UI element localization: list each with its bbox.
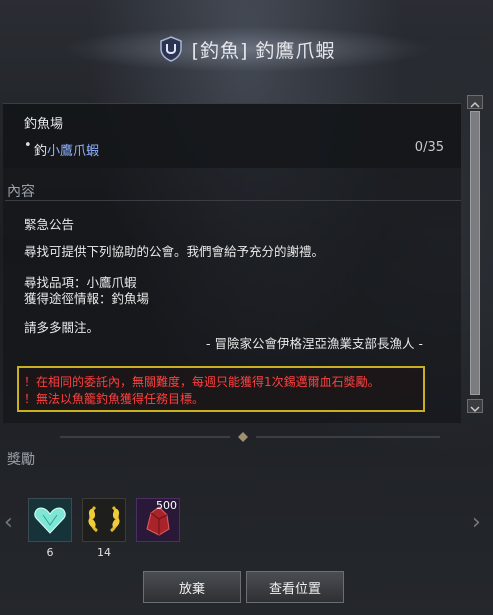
- arrow-down-icon: [470, 406, 480, 413]
- reward-badge: 500: [156, 499, 177, 512]
- laurel-wreath-icon: [88, 505, 120, 533]
- section-divider-ornament: [60, 432, 440, 442]
- objective-target: 小鷹爪蝦: [47, 144, 100, 159]
- route-text: 獲得途徑情報：釣魚場: [24, 291, 150, 306]
- warning-line: ！無法以魚籠釣魚獲得任務目標。: [24, 392, 205, 406]
- content-scrollbar[interactable]: [467, 95, 483, 415]
- signature-text: - 冒險家公會伊格涅亞漁業支部長漁人 -: [206, 336, 423, 351]
- diamond-heart-icon: [29, 499, 71, 541]
- abandon-button[interactable]: 放棄: [143, 571, 241, 603]
- reward-prev-arrow-icon[interactable]: ‹: [4, 510, 13, 535]
- rewards-heading: 獎勵: [7, 452, 35, 468]
- content-divider: [5, 200, 461, 201]
- objective-prefix: 釣: [34, 144, 48, 159]
- reward-slot[interactable]: 500: [136, 498, 180, 542]
- arrow-up-icon: [470, 101, 480, 108]
- reward-count: 14: [97, 546, 111, 559]
- bullet-icon: •: [24, 138, 32, 153]
- reward-slot[interactable]: [82, 498, 126, 542]
- content-heading: 內容: [7, 184, 35, 200]
- objective-location: 釣魚場: [24, 117, 64, 132]
- reward-next-arrow-icon[interactable]: ›: [472, 510, 481, 535]
- scroll-up-button[interactable]: [467, 95, 483, 109]
- objective-progress: 0/35: [414, 140, 444, 155]
- quest-shield-icon: [159, 36, 182, 62]
- warning-line: ！在相同的委託內，無關難度，每週只能獲得1次錫邁爾血石獎勵。: [24, 375, 380, 389]
- scroll-thumb[interactable]: [470, 111, 480, 395]
- warning-box: ！在相同的委託內，無關難度，每週只能獲得1次錫邁爾血石獎勵。 ！無法以魚籠釣魚獲…: [17, 366, 425, 412]
- quest-header: [釣魚] 釣鷹爪蝦: [0, 20, 493, 78]
- request-text: 尋找可提供下列協助的公會。我們會給予充分的謝禮。: [24, 244, 325, 259]
- reward-slot[interactable]: [28, 498, 72, 542]
- scroll-down-button[interactable]: [467, 399, 483, 413]
- objective-text: 釣小鷹爪蝦: [34, 140, 99, 159]
- reward-count: 6: [46, 546, 54, 559]
- objective-row: • 釣小鷹爪蝦 0/35: [24, 138, 444, 159]
- view-location-button[interactable]: 查看位置: [246, 571, 344, 603]
- quest-title: [釣魚] 釣鷹爪蝦: [191, 39, 336, 62]
- notice-title: 緊急公告: [24, 217, 75, 232]
- closing-text: 請多多關注。: [24, 320, 100, 335]
